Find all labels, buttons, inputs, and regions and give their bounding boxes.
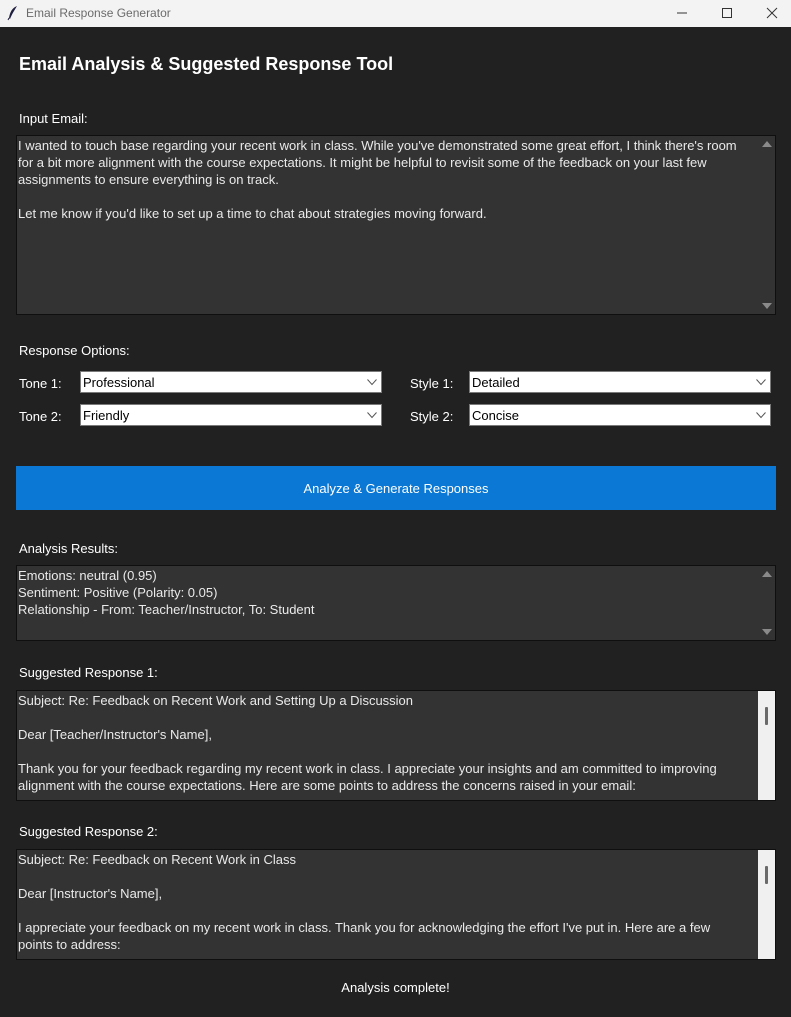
- input-email-label: Input Email:: [19, 111, 88, 126]
- style2-select[interactable]: Concise: [469, 404, 771, 426]
- analysis-results-text[interactable]: Emotions: neutral (0.95) Sentiment: Posi…: [18, 567, 757, 618]
- suggested-response-2-textarea[interactable]: Subject: Re: Feedback on Recent Work in …: [16, 849, 776, 960]
- tone1-value: Professional: [83, 375, 155, 390]
- tone2-value: Friendly: [83, 408, 130, 423]
- chevron-down-icon: [367, 379, 377, 386]
- tone2-select[interactable]: Friendly: [80, 404, 382, 426]
- style2-value: Concise: [472, 408, 519, 423]
- input-email-textarea[interactable]: I wanted to touch base regarding your re…: [16, 135, 776, 315]
- suggested-response-1-textarea[interactable]: Subject: Re: Feedback on Recent Work and…: [16, 690, 776, 801]
- input-email-scrollbar[interactable]: [758, 136, 775, 314]
- tone1-label: Tone 1:: [19, 376, 62, 391]
- chevron-down-icon: [756, 412, 766, 419]
- minimize-icon: [677, 12, 687, 14]
- maximize-icon: [722, 8, 732, 18]
- scroll-down-icon[interactable]: [762, 629, 772, 635]
- suggested-response-2-label: Suggested Response 2:: [19, 824, 158, 839]
- response-2-scrollbar[interactable]: [758, 850, 775, 959]
- close-button[interactable]: [749, 0, 791, 27]
- scroll-thumb[interactable]: [765, 707, 768, 725]
- scroll-up-icon[interactable]: [762, 571, 772, 577]
- status-message: Analysis complete!: [341, 980, 450, 995]
- analyze-generate-button[interactable]: Analyze & Generate Responses: [16, 466, 776, 510]
- window-title: Email Response Generator: [26, 6, 171, 20]
- minimize-button[interactable]: [659, 0, 705, 27]
- tone2-label: Tone 2:: [19, 409, 62, 424]
- feather-icon: [7, 5, 19, 21]
- close-icon: [766, 7, 778, 19]
- page-title: Email Analysis & Suggested Response Tool: [19, 54, 394, 74]
- tone1-select[interactable]: Professional: [80, 371, 382, 393]
- suggested-response-1-text[interactable]: Subject: Re: Feedback on Recent Work and…: [18, 692, 757, 794]
- chevron-down-icon: [367, 412, 377, 419]
- style1-label: Style 1:: [410, 376, 454, 391]
- analysis-results-label: Analysis Results:: [19, 541, 118, 556]
- suggested-response-1-label: Suggested Response 1:: [19, 665, 158, 680]
- response-1-scrollbar[interactable]: [758, 691, 775, 800]
- style1-select[interactable]: Detailed: [469, 371, 771, 393]
- scroll-up-icon[interactable]: [762, 141, 772, 147]
- response-options-label: Response Options:: [19, 343, 130, 358]
- window-titlebar: Email Response Generator: [0, 0, 791, 27]
- analysis-results-textarea[interactable]: Emotions: neutral (0.95) Sentiment: Posi…: [16, 565, 776, 641]
- scroll-down-icon[interactable]: [762, 303, 772, 309]
- suggested-response-2-text[interactable]: Subject: Re: Feedback on Recent Work in …: [18, 851, 757, 953]
- chevron-down-icon: [756, 379, 766, 386]
- input-email-text[interactable]: I wanted to touch base regarding your re…: [18, 137, 757, 222]
- style2-label: Style 2:: [410, 409, 454, 424]
- scroll-thumb[interactable]: [765, 866, 768, 884]
- analysis-scrollbar[interactable]: [758, 566, 775, 640]
- style1-value: Detailed: [472, 375, 520, 390]
- maximize-button[interactable]: [704, 0, 750, 27]
